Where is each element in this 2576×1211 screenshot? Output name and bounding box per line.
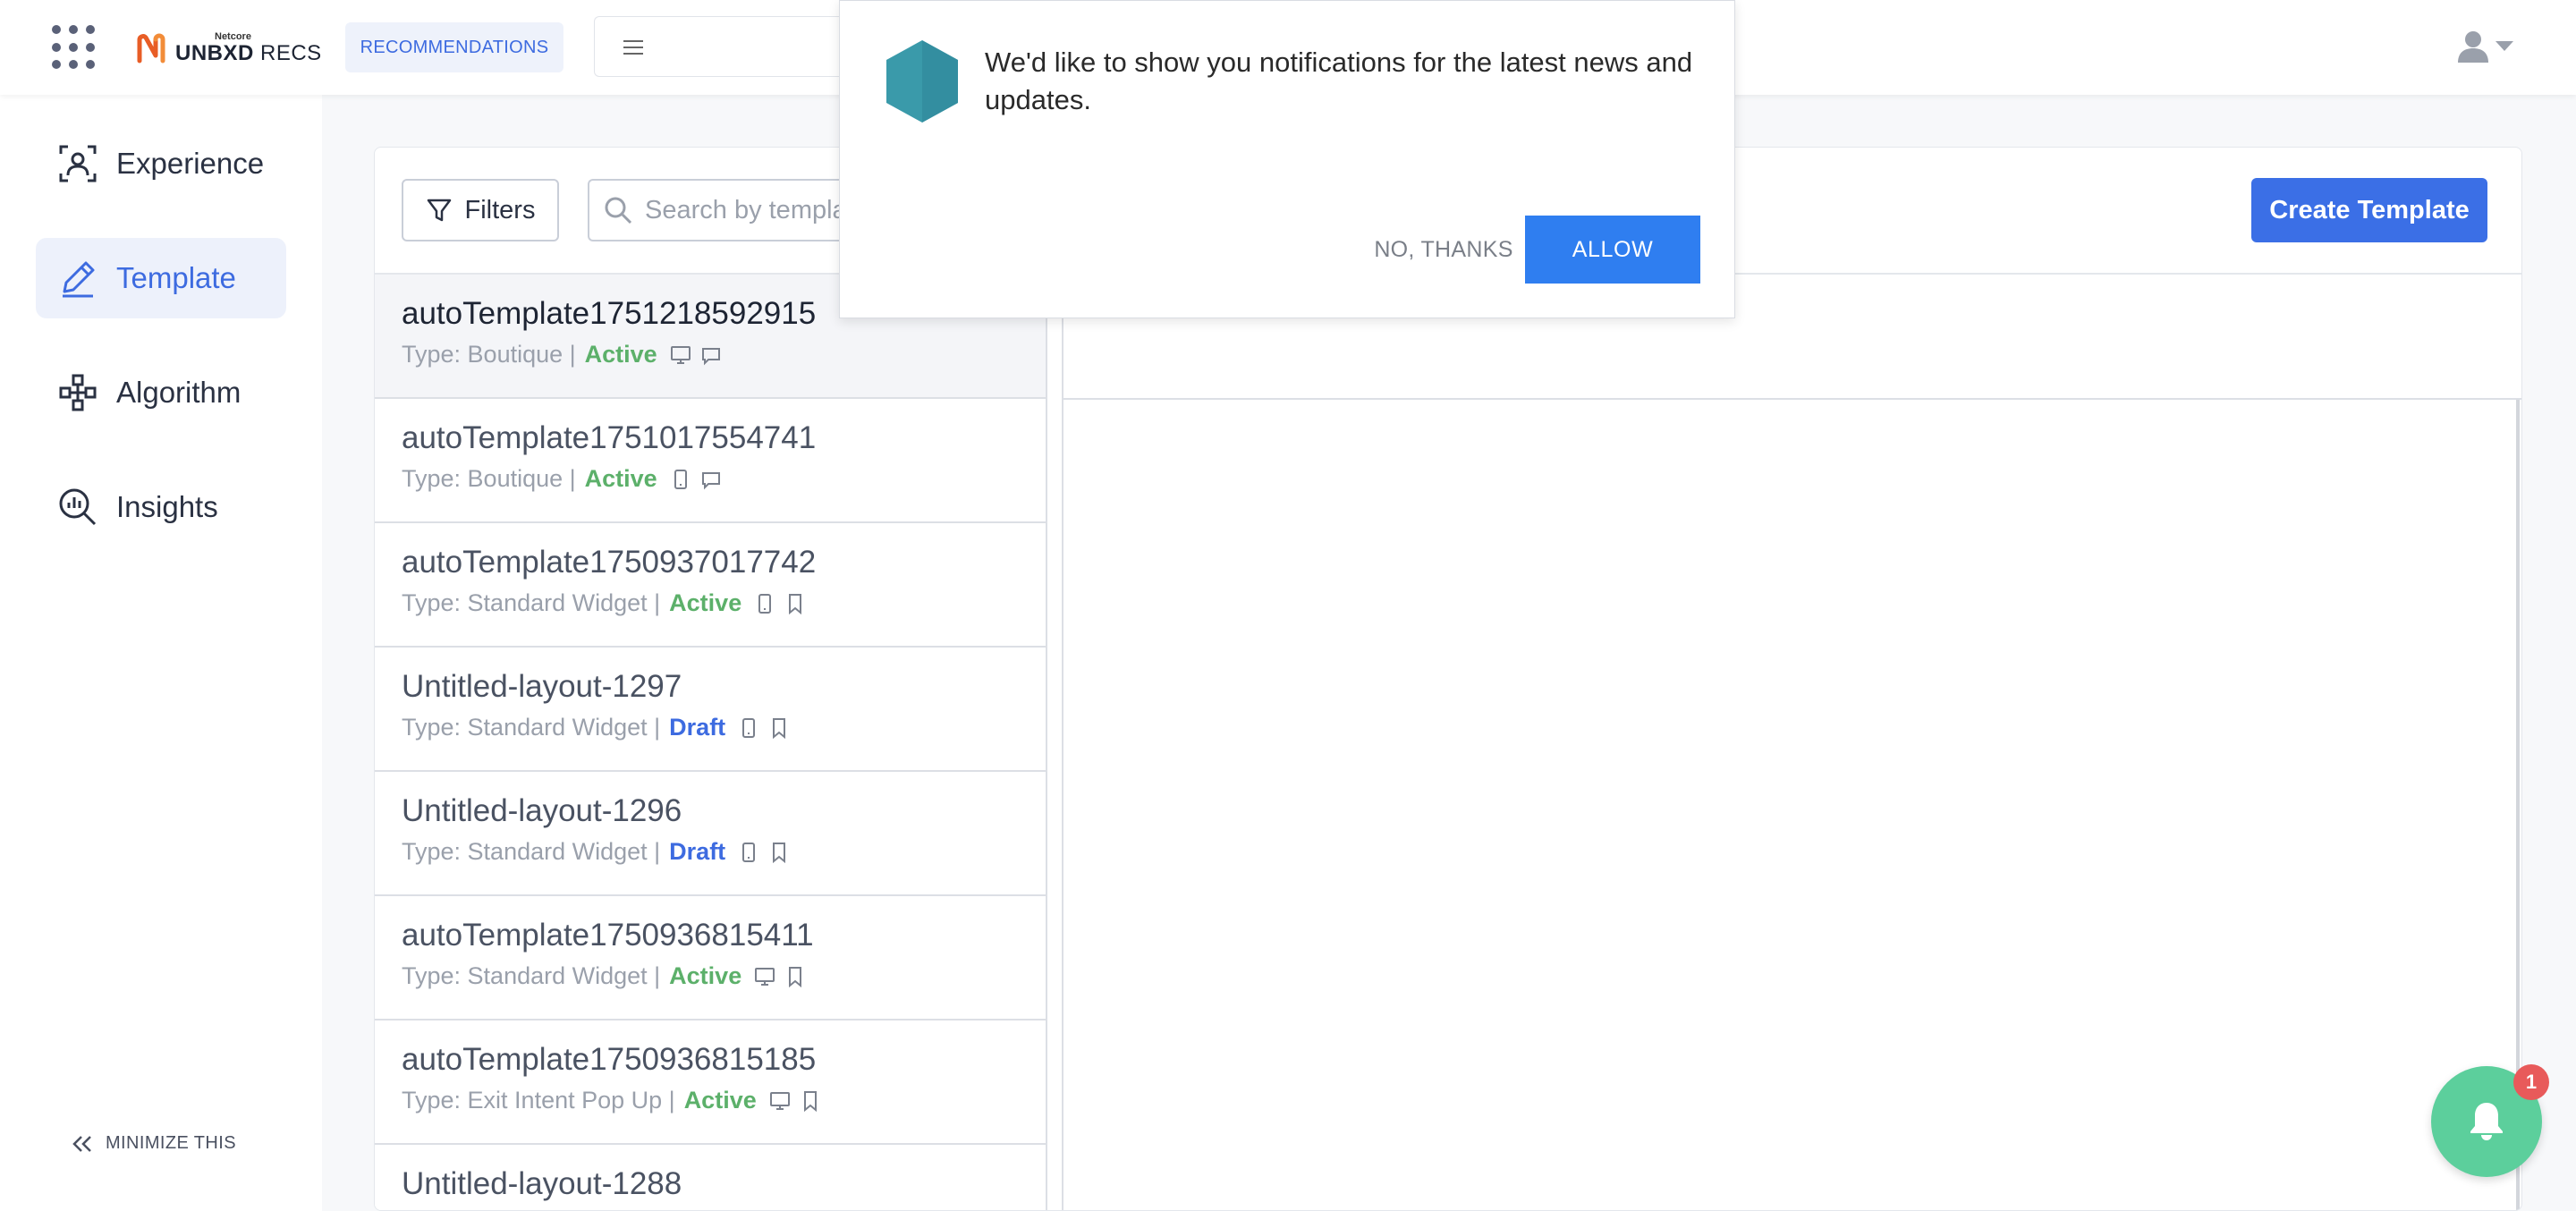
chevron-down-icon bbox=[2496, 41, 2513, 51]
template-list-item[interactable]: autoTemplate1750936815185 Type: Exit Inte… bbox=[375, 1020, 1046, 1145]
user-avatar-icon bbox=[2458, 31, 2488, 63]
filter-icon bbox=[427, 199, 451, 222]
insights-icon bbox=[59, 488, 97, 526]
hamburger-icon bbox=[623, 40, 643, 55]
create-template-button[interactable]: Create Template bbox=[2251, 178, 2487, 242]
mobile-icon bbox=[670, 469, 691, 490]
template-list-item[interactable]: Untitled-layout-1296 Type: Standard Widge… bbox=[375, 772, 1046, 896]
template-name: autoTemplate1750936815185 bbox=[402, 1042, 817, 1077]
template-list-item[interactable]: autoTemplate1750936815411 Type: Standard … bbox=[375, 896, 1046, 1020]
template-type: Type: Boutique | bbox=[402, 465, 576, 492]
desktop-icon bbox=[754, 966, 775, 987]
algorithm-icon bbox=[59, 374, 97, 411]
status-badge: Active bbox=[669, 962, 742, 989]
bell-icon bbox=[2470, 1103, 2503, 1140]
mobile-icon bbox=[738, 842, 759, 863]
allow-button[interactable]: ALLOW bbox=[1525, 216, 1700, 284]
pencil-icon bbox=[63, 261, 95, 298]
sidebar-item-experience[interactable]: Experience bbox=[36, 123, 286, 204]
notification-permission-dialog: We'd like to show you notifications for … bbox=[839, 0, 1735, 318]
minimize-label: MINIMIZE THIS bbox=[106, 1133, 236, 1153]
template-name: autoTemplate1750936815411 bbox=[402, 918, 814, 953]
hexagon-logo-icon bbox=[886, 40, 958, 123]
mobile-icon bbox=[754, 593, 775, 614]
notification-count-badge: 1 bbox=[2513, 1064, 2549, 1100]
sidebar-item-label: Experience bbox=[116, 147, 265, 180]
mail-icon bbox=[700, 469, 722, 490]
bookmark-icon bbox=[768, 717, 790, 739]
bookmark-icon bbox=[800, 1090, 821, 1112]
template-meta: Type: Exit Intent Pop Up | Active bbox=[402, 1087, 1046, 1114]
notification-message: We'd like to show you notifications for … bbox=[985, 47, 1693, 115]
tab-recommendations[interactable]: RECOMMENDATIONS bbox=[345, 22, 564, 72]
notification-bell-button[interactable]: 1 bbox=[2431, 1064, 2549, 1177]
mail-icon bbox=[700, 344, 722, 366]
status-badge: Draft bbox=[669, 714, 726, 741]
template-meta: Type: Standard Widget | Active bbox=[402, 962, 1046, 990]
template-type: Type: Exit Intent Pop Up | bbox=[402, 1087, 675, 1114]
template-type: Type: Standard Widget | bbox=[402, 838, 661, 865]
brand-logo[interactable]: Netcore UNBXD RECS bbox=[136, 30, 322, 66]
template-list-item[interactable]: Untitled-layout-1288 bbox=[375, 1145, 1046, 1210]
template-type: Type: Standard Widget | bbox=[402, 589, 661, 616]
bookmark-icon bbox=[784, 966, 806, 987]
bookmark-icon bbox=[768, 842, 790, 863]
double-chevron-left-icon bbox=[72, 1135, 91, 1152]
search-icon bbox=[605, 197, 632, 224]
desktop-icon bbox=[670, 344, 691, 366]
template-list-item[interactable]: Untitled-layout-1297 Type: Standard Widge… bbox=[375, 648, 1046, 772]
desktop-icon bbox=[769, 1090, 791, 1112]
template-name: Untitled-layout-1297 bbox=[402, 669, 682, 704]
template-name: autoTemplate1751017554741 bbox=[402, 420, 817, 455]
template-name: Untitled-layout-1288 bbox=[402, 1166, 682, 1201]
sidebar-item-algorithm[interactable]: Algorithm bbox=[36, 352, 286, 433]
mobile-icon bbox=[738, 717, 759, 739]
brand-text: Netcore UNBXD RECS bbox=[175, 32, 322, 64]
detail-pane-border bbox=[1062, 275, 1063, 1210]
template-meta: Type: Boutique | Active bbox=[402, 341, 1046, 368]
sidebar: Experience Template Algorithm Insights M… bbox=[0, 95, 322, 1211]
template-meta: Type: Standard Widget | Active bbox=[402, 589, 1046, 617]
minimize-sidebar-button[interactable]: MINIMIZE THIS bbox=[72, 1133, 236, 1154]
sidebar-item-label: Algorithm bbox=[116, 376, 242, 409]
menu-dropdown[interactable] bbox=[594, 16, 862, 77]
experience-icon bbox=[59, 145, 97, 182]
apps-grid-icon[interactable] bbox=[52, 25, 97, 70]
sidebar-item-label: Template bbox=[116, 261, 236, 294]
status-badge: Active bbox=[584, 341, 657, 368]
template-name: autoTemplate1750937017742 bbox=[402, 545, 817, 580]
no-thanks-button[interactable]: NO, THANKS bbox=[1368, 216, 1520, 284]
status-badge: Active bbox=[584, 465, 657, 492]
template-list-item[interactable]: autoTemplate1751017554741 Type: Boutique … bbox=[375, 399, 1046, 523]
user-menu[interactable] bbox=[2458, 30, 2513, 63]
template-list[interactable]: autoTemplate1751218592915 Type: Boutique … bbox=[375, 275, 1047, 1210]
sidebar-item-insights[interactable]: Insights bbox=[36, 467, 286, 547]
sidebar-item-label: Insights bbox=[116, 490, 218, 523]
filters-button[interactable]: Filters bbox=[402, 179, 559, 241]
brand-name: UNBXD RECS bbox=[175, 41, 322, 65]
template-meta: Type: Standard Widget | Draft bbox=[402, 714, 1046, 741]
template-meta: Type: Standard Widget | Draft bbox=[402, 838, 1046, 866]
status-badge: Active bbox=[683, 1087, 757, 1114]
status-badge: Active bbox=[669, 589, 742, 616]
template-list-item[interactable]: autoTemplate1750937017742 Type: Standard … bbox=[375, 523, 1046, 648]
status-badge: Draft bbox=[669, 838, 726, 865]
template-meta: Type: Boutique | Active bbox=[402, 465, 1046, 493]
netcore-logo-icon bbox=[137, 33, 165, 64]
filters-label: Filters bbox=[464, 195, 536, 224]
bookmark-icon bbox=[784, 593, 806, 614]
template-type: Type: Standard Widget | bbox=[402, 962, 661, 989]
sidebar-item-template[interactable]: Template bbox=[36, 238, 286, 318]
template-name: Untitled-layout-1296 bbox=[402, 793, 682, 828]
template-type: Type: Standard Widget | bbox=[402, 714, 661, 741]
detail-header-divider bbox=[1062, 398, 2521, 400]
template-type: Type: Boutique | bbox=[402, 341, 576, 368]
